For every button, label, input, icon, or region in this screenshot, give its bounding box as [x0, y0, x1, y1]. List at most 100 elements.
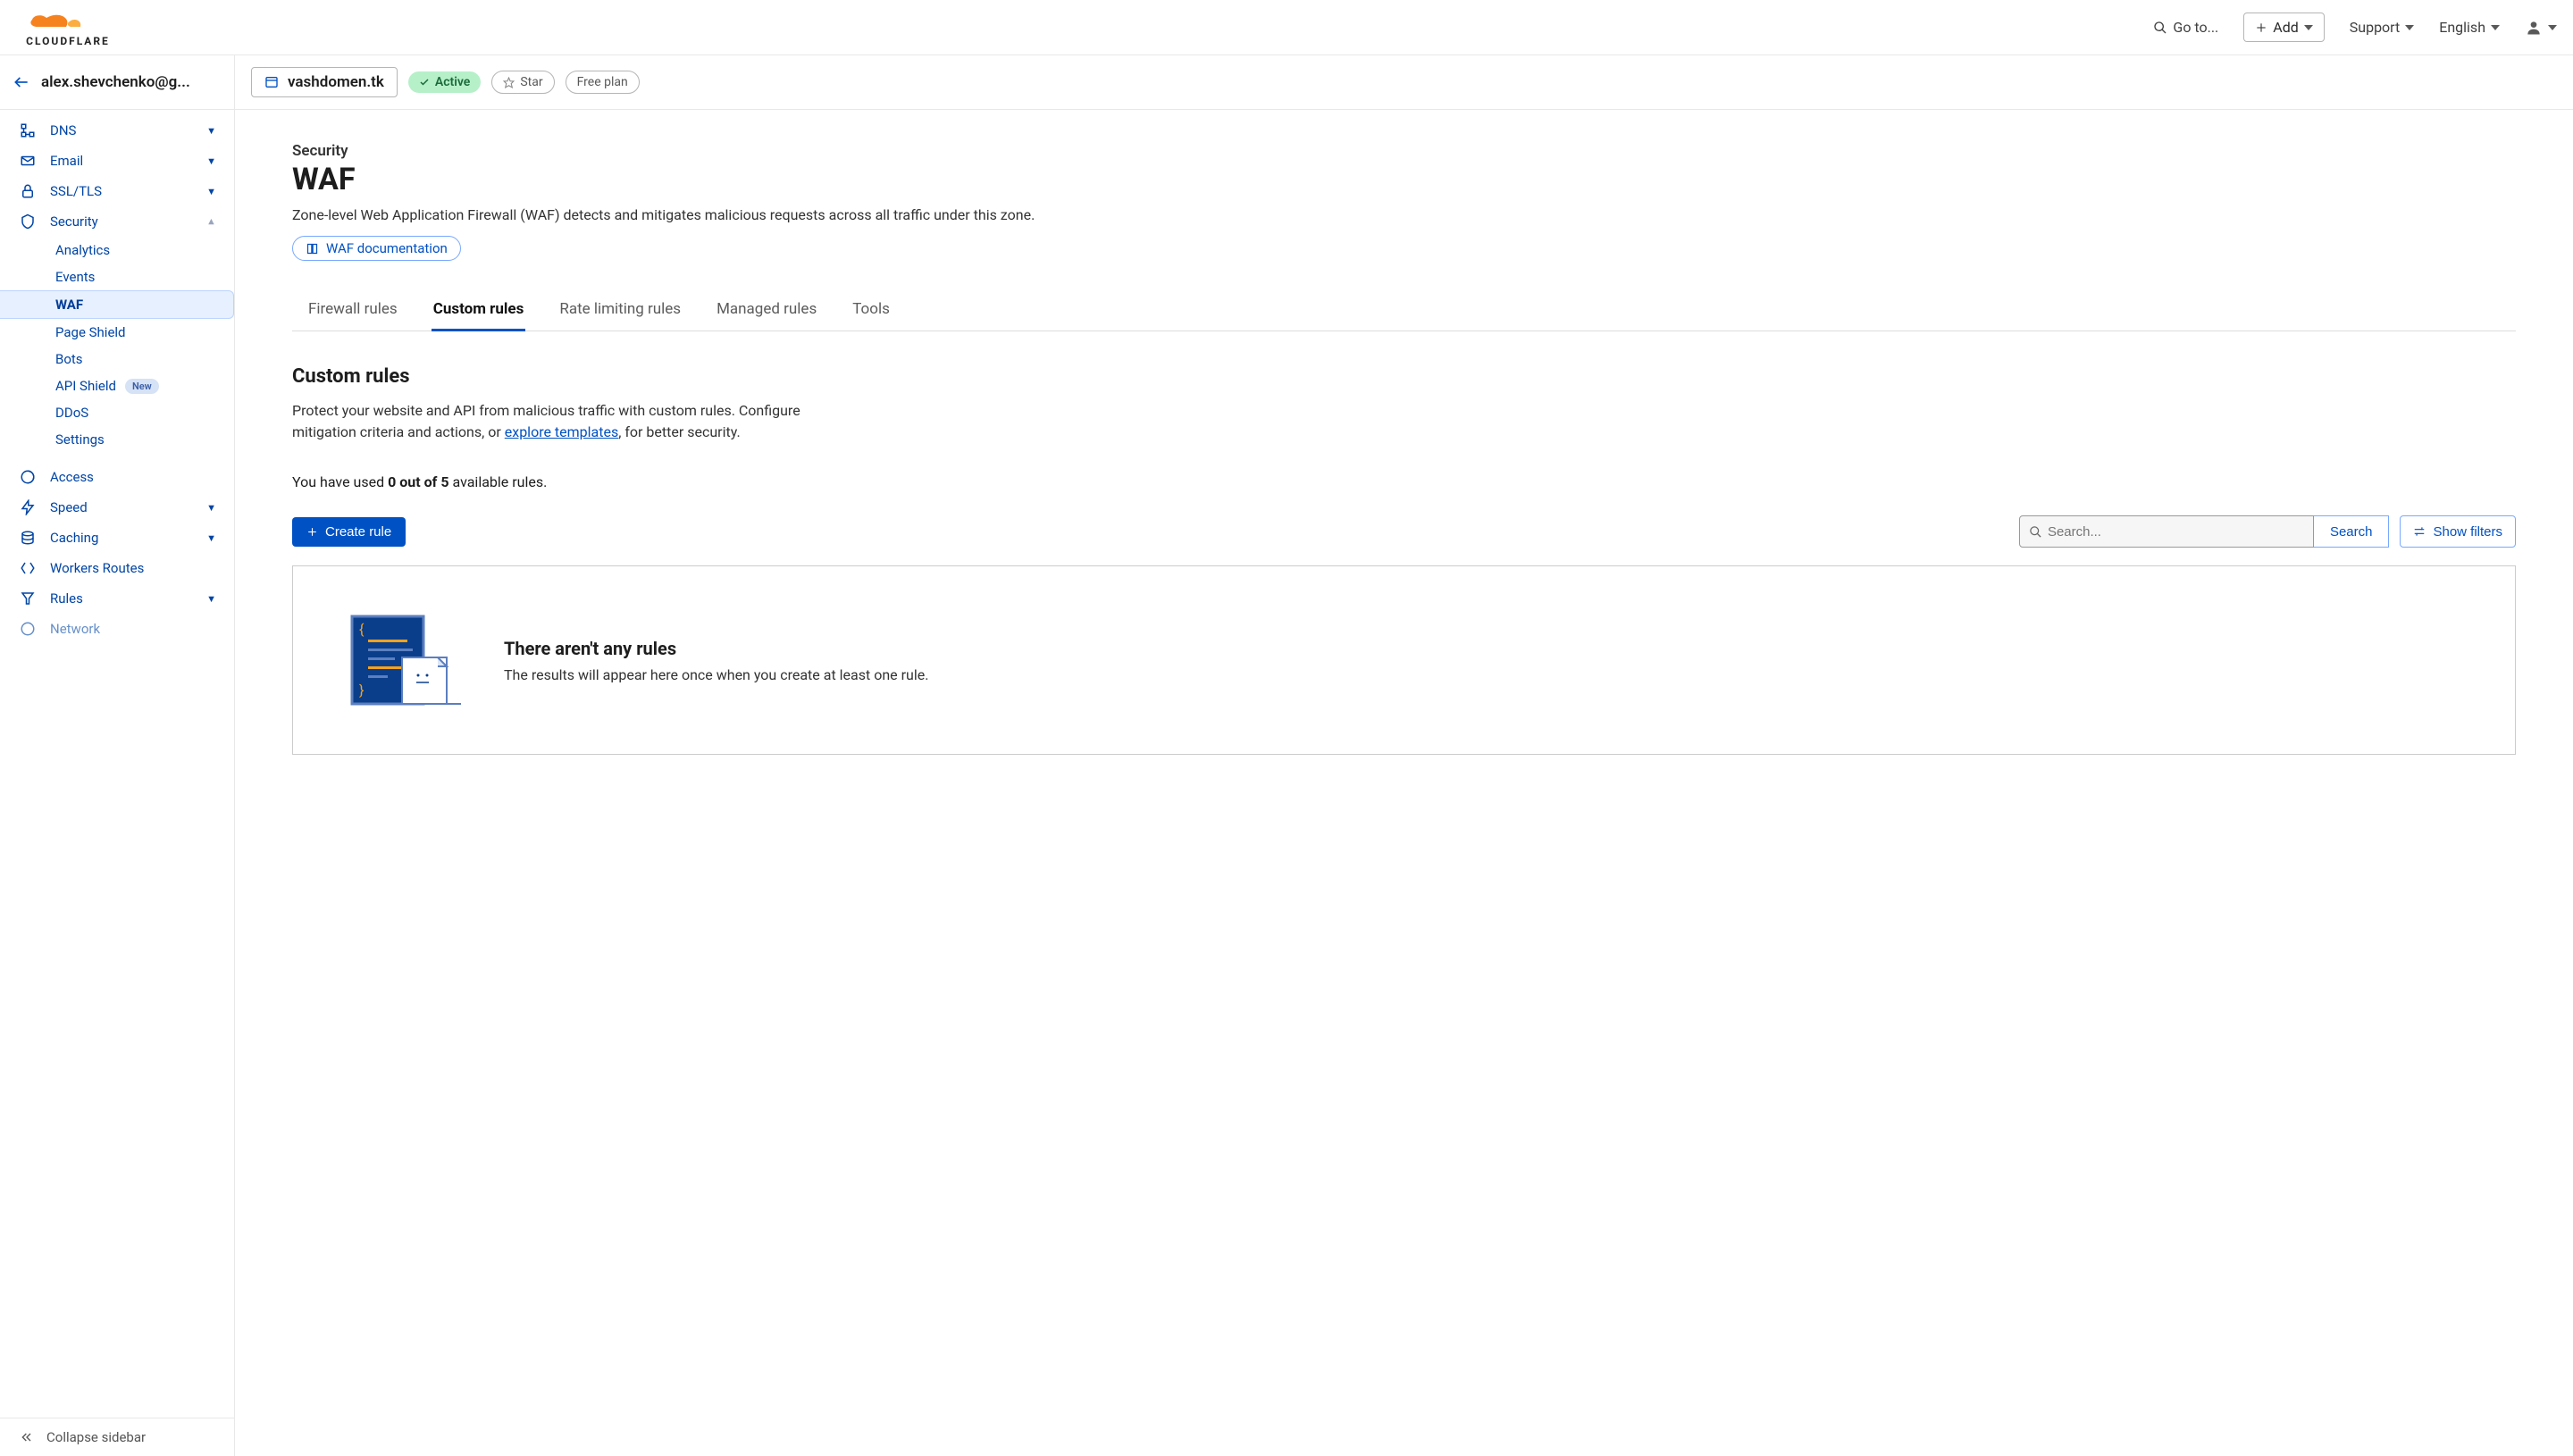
user-icon	[2525, 19, 2543, 37]
sidebar-sub-apishield[interactable]: API Shield New	[0, 372, 234, 399]
empty-state-text: There aren't any rules The results will …	[504, 638, 928, 683]
context-row: alex.shevchenko@g... vashdomen.tk Active…	[0, 55, 2573, 110]
tab-firewall-rules[interactable]: Firewall rules	[306, 291, 399, 331]
sidebar-sub-label: Settings	[55, 431, 105, 448]
show-filters-button[interactable]: Show filters	[2400, 515, 2516, 548]
tab-rate-limiting[interactable]: Rate limiting rules	[557, 291, 683, 331]
sidebar-sub-pageshield[interactable]: Page Shield	[0, 319, 234, 346]
usage-prefix: You have used	[292, 473, 388, 490]
account-switcher[interactable]: alex.shevchenko@g...	[0, 55, 235, 109]
waf-docs-button[interactable]: WAF documentation	[292, 236, 461, 261]
sidebar-sub-waf[interactable]: WAF	[0, 290, 234, 319]
filters-icon	[2413, 525, 2426, 538]
sidebar-scroll: DNS ▼ Email ▼ SSL/TLS ▼ Security ▼ Analy…	[0, 110, 234, 1418]
star-icon	[503, 77, 515, 88]
tabs: Firewall rules Custom rules Rate limitin…	[292, 291, 2516, 331]
sidebar-item-network[interactable]: Network	[0, 614, 234, 644]
goto-label: Go to...	[2173, 19, 2218, 36]
content-area: Security WAF Zone-level Web Application …	[235, 110, 2573, 1456]
sidebar-item-label: Rules	[50, 590, 83, 607]
email-icon	[20, 153, 36, 169]
tab-tools[interactable]: Tools	[851, 291, 892, 331]
search-box[interactable]	[2019, 515, 2314, 548]
sidebar-sub-ddos[interactable]: DDoS	[0, 399, 234, 426]
support-menu[interactable]: Support	[2350, 19, 2414, 36]
create-rule-label: Create rule	[325, 524, 391, 540]
sidebar-item-label: DNS	[50, 122, 76, 138]
plan-pill[interactable]: Free plan	[566, 71, 640, 94]
chevron-down-icon	[2304, 25, 2313, 30]
chevron-down-icon: ▼	[206, 532, 216, 544]
domain-chip[interactable]: vashdomen.tk	[251, 67, 398, 97]
sidebar-sub-label: DDoS	[55, 405, 88, 421]
search-button[interactable]: Search	[2314, 515, 2390, 548]
check-icon	[419, 77, 430, 88]
collapse-sidebar-button[interactable]: Collapse sidebar	[0, 1418, 234, 1456]
page-description: Zone-level Web Application Firewall (WAF…	[292, 206, 1096, 223]
usage-text: You have used 0 out of 5 available rules…	[292, 473, 2516, 490]
access-icon	[20, 469, 36, 485]
add-button[interactable]: Add	[2243, 13, 2324, 42]
doc-link-label: WAF documentation	[326, 240, 448, 256]
sidebar-item-speed[interactable]: Speed ▼	[0, 492, 234, 523]
plan-label: Free plan	[577, 75, 628, 89]
sidebar-sub-analytics[interactable]: Analytics	[0, 237, 234, 264]
chevron-down-icon	[2491, 25, 2500, 30]
chevron-up-icon: ▼	[206, 216, 216, 228]
chevron-down-icon: ▼	[206, 155, 216, 167]
sidebar-item-workers[interactable]: Workers Routes	[0, 553, 234, 583]
main-layout: DNS ▼ Email ▼ SSL/TLS ▼ Security ▼ Analy…	[0, 110, 2573, 1456]
user-menu[interactable]	[2525, 19, 2557, 37]
shield-icon	[20, 213, 36, 230]
sidebar-item-ssl[interactable]: SSL/TLS ▼	[0, 176, 234, 206]
caching-icon	[20, 530, 36, 546]
network-icon	[20, 621, 36, 637]
dns-icon	[20, 122, 36, 138]
star-label: Star	[520, 75, 542, 89]
star-button[interactable]: Star	[491, 71, 554, 94]
svg-text:}: }	[359, 682, 364, 699]
sidebar-item-access[interactable]: Access	[0, 462, 234, 492]
explore-templates-link[interactable]: explore templates	[505, 423, 618, 440]
sidebar-item-label: Speed	[50, 499, 88, 515]
support-label: Support	[2350, 19, 2400, 36]
tab-custom-rules[interactable]: Custom rules	[432, 291, 526, 331]
language-menu[interactable]: English	[2439, 19, 2500, 36]
sidebar-item-caching[interactable]: Caching ▼	[0, 523, 234, 553]
chevron-down-icon: ▼	[206, 186, 216, 197]
sidebar-item-rules[interactable]: Rules ▼	[0, 583, 234, 614]
sidebar-item-security[interactable]: Security ▼	[0, 206, 234, 237]
rules-icon	[20, 590, 36, 607]
sidebar-sub-settings[interactable]: Settings	[0, 426, 234, 453]
chevron-down-icon	[2405, 25, 2414, 30]
rules-toolbar: Create rule Search Show filters	[292, 515, 2516, 548]
sidebar-item-label: SSL/TLS	[50, 183, 102, 199]
lock-icon	[20, 183, 36, 199]
tab-label: Rate limiting rules	[559, 300, 681, 318]
sidebar-sub-events[interactable]: Events	[0, 264, 234, 290]
logo-text: CLOUDFLARE	[26, 36, 110, 46]
domain-name: vashdomen.tk	[288, 73, 384, 91]
status-label: Active	[435, 75, 470, 89]
sidebar-item-label: Workers Routes	[50, 560, 144, 576]
empty-description: The results will appear here once when y…	[504, 666, 928, 683]
account-name: alex.shevchenko@g...	[41, 73, 190, 91]
goto-search[interactable]: Go to...	[2153, 19, 2218, 36]
create-rule-button[interactable]: Create rule	[292, 517, 406, 547]
sidebar-item-label: Security	[50, 213, 98, 230]
empty-state-illustration: { }	[347, 611, 463, 709]
tab-label: Tools	[852, 300, 890, 318]
sidebar-item-label: Network	[50, 621, 100, 637]
tab-managed-rules[interactable]: Managed rules	[715, 291, 818, 331]
page-title: WAF	[292, 162, 2516, 197]
sidebar-item-dns[interactable]: DNS ▼	[0, 115, 234, 146]
chevron-down-icon: ▼	[206, 125, 216, 137]
sidebar-item-email[interactable]: Email ▼	[0, 146, 234, 176]
search-input[interactable]	[2048, 524, 2304, 540]
tab-label: Custom rules	[433, 300, 524, 318]
plus-icon	[2255, 21, 2267, 34]
sidebar-sub-label: Events	[55, 269, 95, 285]
cloudflare-logo[interactable]: CLOUDFLARE	[20, 9, 116, 46]
status-pill: Active	[408, 71, 481, 93]
sidebar-sub-bots[interactable]: Bots	[0, 346, 234, 372]
